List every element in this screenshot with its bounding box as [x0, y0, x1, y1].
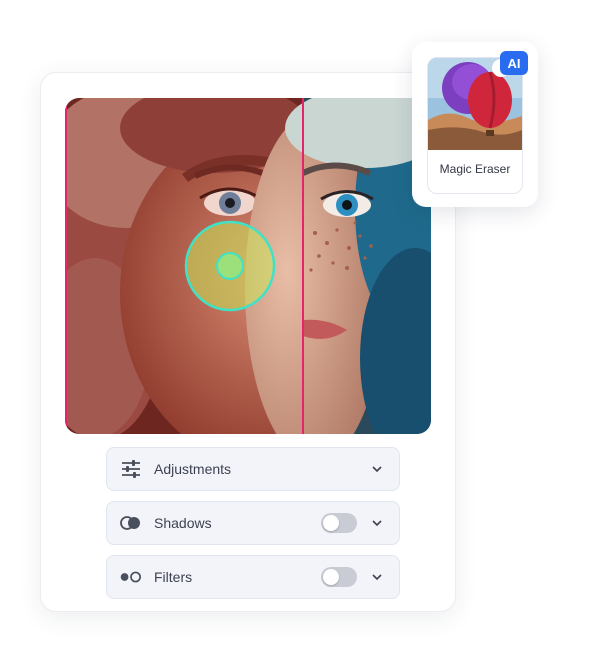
sliders-icon — [120, 458, 142, 480]
shadows-toggle[interactable] — [321, 513, 357, 533]
magic-eraser-tile[interactable]: Magic Eraser — [427, 57, 523, 194]
shadows-panel[interactable]: Shadows — [106, 501, 400, 545]
filters-toggle[interactable] — [321, 567, 357, 587]
brush-cursor[interactable] — [186, 222, 274, 310]
chevron-down-icon[interactable] — [369, 461, 385, 477]
filters-label: Filters — [154, 569, 193, 585]
shadows-icon — [120, 512, 142, 534]
adjustments-panel[interactable]: Adjustments — [106, 447, 400, 491]
filters-icon — [120, 566, 142, 588]
compare-divider-handle[interactable] — [297, 98, 309, 434]
chevron-down-icon[interactable] — [369, 515, 385, 531]
adjustments-label: Adjustments — [154, 461, 232, 477]
chevron-down-icon[interactable] — [369, 569, 385, 585]
filters-panel[interactable]: Filters — [106, 555, 400, 599]
shadows-label: Shadows — [154, 515, 212, 531]
magic-eraser-label: Magic Eraser — [439, 162, 511, 176]
ai-badge: AI — [500, 51, 528, 75]
